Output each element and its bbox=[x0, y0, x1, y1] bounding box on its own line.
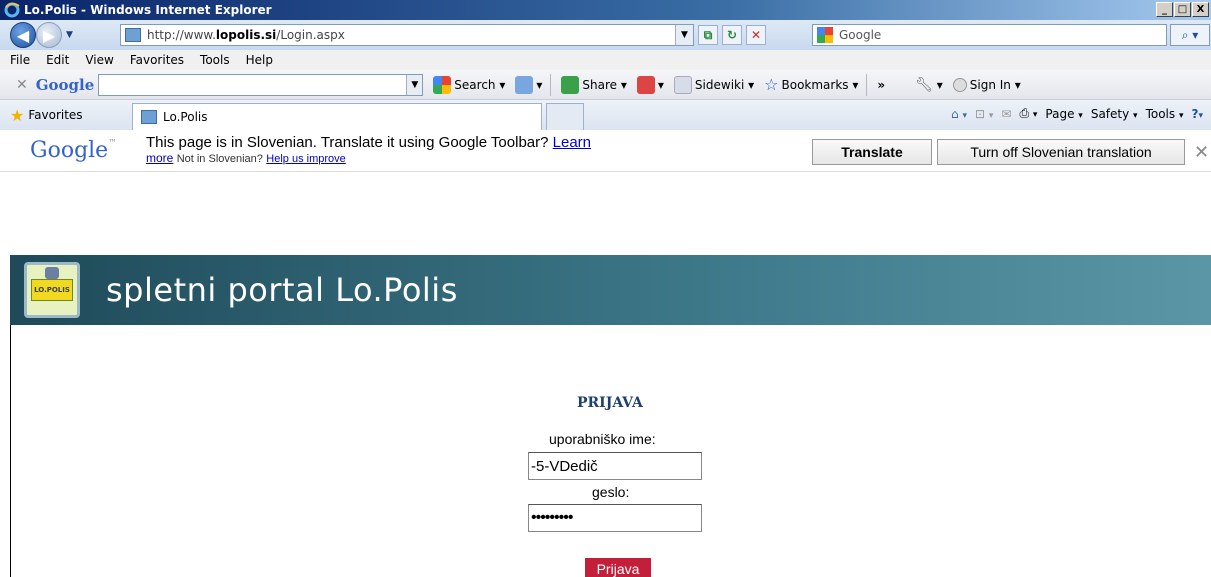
translate-close-icon[interactable]: ✕ bbox=[1194, 142, 1209, 163]
home-icon[interactable]: ⌂ ▾ bbox=[951, 107, 967, 121]
username-label: uporabniško ime: bbox=[549, 431, 656, 447]
toolbar-settings-button[interactable]: 🔧︎ ▾ bbox=[915, 77, 943, 93]
toolbar-share-label: Share bbox=[582, 77, 618, 92]
google-logo: Google™ bbox=[30, 138, 117, 163]
url-text: http://www.lopolis.si/Login.aspx bbox=[147, 28, 345, 42]
help-improve-link[interactable]: Help us improve bbox=[266, 153, 345, 165]
title-bar: Lo.Polis - Windows Internet Explorer _ □… bbox=[0, 0, 1211, 20]
stop-icon[interactable]: ✕ bbox=[746, 25, 766, 45]
history-dropdown-icon[interactable]: ▼ bbox=[66, 30, 73, 40]
not-in-language-text: Not in Slovenian? bbox=[176, 153, 263, 165]
window-controls: _ □ X bbox=[1156, 2, 1209, 17]
toolbar-share-button[interactable]: Share ▾ bbox=[561, 75, 627, 94]
sidewiki-icon bbox=[673, 75, 692, 94]
compatibility-icon[interactable]: ⧉ bbox=[698, 25, 718, 45]
refresh-icon[interactable]: ↻ bbox=[722, 25, 742, 45]
help-icon[interactable]: ?▾ bbox=[1192, 107, 1204, 121]
command-bar: ⌂ ▾ ⊡ ▾ ✉ ⎙ ▾ Page ▾ Safety ▾ Tools ▾ ?▾ bbox=[951, 106, 1203, 121]
google-toolbar: ✕ Google ▼ Search ▾ ▾ Share ▾ ▾ Sidewiki… bbox=[0, 70, 1211, 100]
google-search-icon bbox=[817, 27, 833, 43]
address-tools: ⧉ ↻ ✕ bbox=[698, 25, 766, 45]
search-placeholder: Google bbox=[839, 28, 882, 42]
address-dropdown-icon[interactable]: ▼ bbox=[675, 25, 693, 45]
ie-logo-icon bbox=[4, 2, 20, 18]
wrench-icon: 🔧︎ bbox=[915, 76, 933, 93]
minimize-button[interactable]: _ bbox=[1156, 2, 1173, 17]
toolbar-sidewiki-button[interactable]: Sidewiki ▾ bbox=[673, 75, 754, 94]
print-icon[interactable]: ⎙ ▾ bbox=[1019, 106, 1037, 121]
search-button[interactable]: ⌕ ▾ bbox=[1170, 24, 1210, 46]
toolbar-more-button[interactable]: » bbox=[877, 78, 885, 92]
window-title: Lo.Polis - Windows Internet Explorer bbox=[24, 3, 272, 17]
safety-menu[interactable]: Safety ▾ bbox=[1091, 107, 1138, 121]
translate-message: This page is in Slovenian. Translate it … bbox=[146, 134, 786, 165]
menu-file[interactable]: File bbox=[10, 53, 30, 67]
google-toolbar-search-input[interactable]: ▼ bbox=[98, 73, 424, 96]
menu-view[interactable]: View bbox=[85, 53, 113, 67]
mail-icon[interactable]: ✉ bbox=[1001, 107, 1011, 121]
favorites-bar: ★ Favorites Lo.Polis ⌂ ▾ ⊡ ▾ ✉ ⎙ ▾ Page … bbox=[0, 100, 1211, 130]
favorites-button[interactable]: Favorites bbox=[28, 108, 82, 122]
username-input[interactable]: -5-VDedič bbox=[528, 452, 702, 480]
close-button[interactable]: X bbox=[1192, 2, 1209, 17]
star-icon: ☆ bbox=[764, 75, 779, 94]
logo-text: LO.POLIS bbox=[31, 279, 73, 301]
translate-message-text: This page is in Slovenian. Translate it … bbox=[146, 134, 549, 151]
toolbar-bookmarks-label: Bookmarks bbox=[781, 77, 849, 92]
tab-page-icon bbox=[141, 110, 157, 124]
google-toolbar-logo: Google bbox=[35, 75, 95, 94]
login-heading: PRIJAVA bbox=[577, 395, 643, 411]
menu-bar: File Edit View Favorites Tools Help bbox=[0, 50, 1211, 70]
toolbar-search-label: Search bbox=[454, 77, 496, 92]
learn-more-link-2[interactable]: more bbox=[146, 151, 173, 165]
menu-favorites[interactable]: Favorites bbox=[130, 53, 184, 67]
translate-button[interactable]: Translate bbox=[812, 139, 932, 165]
learn-more-link[interactable]: Learn bbox=[553, 134, 591, 151]
maximize-button[interactable]: □ bbox=[1174, 2, 1191, 17]
popup-blocker-icon bbox=[636, 75, 655, 94]
lopolis-logo: LO.POLIS bbox=[24, 262, 80, 318]
cat-icon bbox=[45, 267, 59, 279]
user-circle-icon bbox=[952, 77, 967, 92]
login-button[interactable]: Prijava bbox=[585, 558, 651, 577]
share-icon bbox=[561, 75, 580, 94]
menu-edit[interactable]: Edit bbox=[46, 53, 69, 67]
favorites-star-icon[interactable]: ★ bbox=[10, 106, 24, 125]
address-row: ◀ ▶ ▼ http://www.lopolis.si/Login.aspx ▼… bbox=[0, 20, 1211, 50]
toolbar-signin-label: Sign In bbox=[969, 77, 1011, 92]
new-tab-button[interactable] bbox=[546, 103, 584, 130]
content-border bbox=[10, 325, 11, 577]
toolbar-popup-button[interactable]: ▾ bbox=[636, 75, 664, 94]
google-icon bbox=[433, 75, 452, 94]
menu-tools[interactable]: Tools bbox=[200, 53, 230, 67]
password-input[interactable]: ••••••••• bbox=[528, 504, 702, 532]
menu-help[interactable]: Help bbox=[246, 53, 273, 67]
back-button[interactable]: ◀ bbox=[10, 22, 36, 48]
toolbar-search-dropdown-icon[interactable]: ▼ bbox=[406, 74, 423, 95]
page-title: spletni portal Lo.Polis bbox=[106, 271, 458, 309]
forward-button[interactable]: ▶ bbox=[36, 22, 62, 48]
search-input[interactable]: Google bbox=[812, 24, 1167, 46]
tools-menu[interactable]: Tools ▾ bbox=[1146, 107, 1184, 121]
page-header: LO.POLIS spletni portal Lo.Polis bbox=[10, 255, 1211, 325]
toolbar-close-icon[interactable]: ✕ bbox=[16, 77, 28, 93]
feeds-icon[interactable]: ⊡ ▾ bbox=[975, 107, 993, 121]
tab-title: Lo.Polis bbox=[163, 110, 208, 124]
page-icon bbox=[125, 28, 141, 42]
toolbar-separator bbox=[550, 73, 552, 96]
toolbar-plus-button[interactable]: ▾ bbox=[515, 75, 542, 94]
toolbar-bookmarks-button[interactable]: ☆ Bookmarks ▾ bbox=[764, 75, 858, 94]
address-bar[interactable]: http://www.lopolis.si/Login.aspx ▼ bbox=[120, 24, 694, 46]
page-menu[interactable]: Page ▾ bbox=[1045, 107, 1082, 121]
toolbar-signin-button[interactable]: Sign In ▾ bbox=[952, 77, 1021, 92]
toolbar-sidewiki-label: Sidewiki bbox=[694, 77, 745, 92]
translate-bar: Google™ This page is in Slovenian. Trans… bbox=[0, 130, 1211, 172]
toolbar-search-button[interactable]: Search ▾ bbox=[433, 75, 505, 94]
toolbar-separator-2 bbox=[866, 73, 868, 96]
plus-icon bbox=[515, 75, 534, 94]
turn-off-translation-button[interactable]: Turn off Slovenian translation bbox=[937, 139, 1185, 165]
tab-lopolis[interactable]: Lo.Polis bbox=[132, 103, 542, 130]
password-label: geslo: bbox=[592, 484, 630, 500]
